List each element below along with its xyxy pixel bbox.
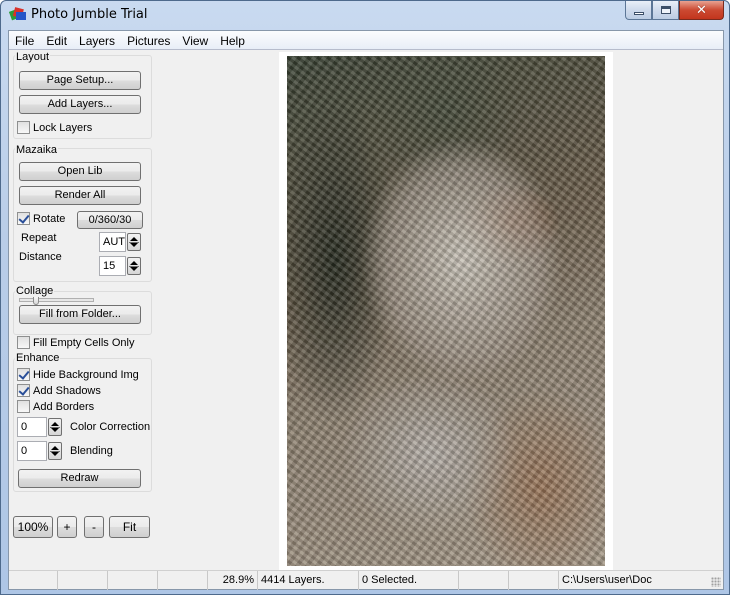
- enhance-group-label: Enhance: [15, 352, 61, 364]
- layout-group-label: Layout: [15, 51, 51, 63]
- status-cell: [509, 571, 559, 590]
- spin-down-icon: [130, 243, 138, 247]
- menu-file[interactable]: File: [9, 31, 40, 49]
- distance-input[interactable]: 15: [99, 256, 126, 276]
- repeat-label: Repeat: [21, 232, 57, 244]
- photo-jumble-app-icon: [9, 7, 26, 21]
- blending-label: Blending: [70, 445, 113, 457]
- menu-pictures[interactable]: Pictures: [121, 31, 176, 49]
- blending-input[interactable]: 0: [17, 441, 47, 461]
- close-icon: ✕: [696, 2, 707, 18]
- rotate-label: Rotate: [33, 212, 66, 225]
- menu-bar: File Edit Layers Pictures View Help: [9, 31, 723, 50]
- page-canvas[interactable]: [279, 52, 613, 570]
- add-shadows-check-box[interactable]: [17, 384, 30, 397]
- status-cell: [9, 571, 58, 590]
- close-button[interactable]: ✕: [679, 1, 724, 20]
- status-bar: 28.9% 4414 Layers. 0 Selected. C:\Users\…: [9, 570, 723, 590]
- minimize-icon: [633, 11, 644, 15]
- open-lib-button[interactable]: Open Lib: [19, 162, 141, 181]
- caption-buttons: ✕: [625, 1, 724, 21]
- zoom-100-button[interactable]: 100%: [13, 516, 53, 538]
- canvas-area[interactable]: [159, 50, 723, 570]
- menu-layers[interactable]: Layers: [73, 31, 121, 49]
- collage-group-label: Collage: [15, 285, 55, 297]
- fit-button[interactable]: Fit: [109, 516, 150, 538]
- menu-view[interactable]: View: [176, 31, 214, 49]
- spin-up-icon: [51, 422, 59, 426]
- rotate-checkbox[interactable]: Rotate: [17, 212, 65, 225]
- fill-empty-cells-check-box[interactable]: [17, 336, 30, 349]
- spin-down-icon: [51, 428, 59, 432]
- zoom-in-button[interactable]: +: [57, 516, 77, 538]
- status-cell: [459, 571, 509, 590]
- add-layers-button[interactable]: Add Layers...: [19, 95, 141, 114]
- lock-layers-check-box[interactable]: [17, 121, 30, 134]
- minimize-button[interactable]: [625, 1, 652, 20]
- blending-spinner[interactable]: [48, 442, 62, 460]
- spin-down-icon: [51, 452, 59, 456]
- title-bar[interactable]: Photo Jumble Trial ✕: [1, 1, 729, 29]
- status-cell: [158, 571, 208, 590]
- spin-up-icon: [130, 261, 138, 265]
- redraw-button[interactable]: Redraw: [18, 469, 141, 488]
- app-window: Photo Jumble Trial ✕ File Edit Layers Pi…: [0, 0, 730, 595]
- page-setup-button[interactable]: Page Setup...: [19, 71, 141, 90]
- maximize-button[interactable]: [652, 1, 679, 20]
- rotate-settings-button[interactable]: 0/360/30: [77, 211, 143, 229]
- hide-background-check-box[interactable]: [17, 368, 30, 381]
- rotate-check-box[interactable]: [17, 212, 30, 225]
- client-area: File Edit Layers Pictures View Help Layo…: [8, 30, 724, 590]
- color-correction-label: Color Correction: [70, 421, 151, 433]
- add-borders-label: Add Borders: [33, 400, 95, 413]
- distance-spinner[interactable]: [127, 257, 141, 275]
- fill-from-folder-button[interactable]: Fill from Folder...: [19, 305, 141, 324]
- add-shadows-label: Add Shadows: [33, 384, 101, 397]
- menu-edit[interactable]: Edit: [40, 31, 73, 49]
- spin-up-icon: [51, 446, 59, 450]
- add-borders-checkbox[interactable]: Add Borders: [17, 400, 94, 413]
- color-correction-spinner[interactable]: [48, 418, 62, 436]
- hide-background-checkbox[interactable]: Hide Background Img: [17, 368, 139, 381]
- maximize-icon: [660, 6, 671, 14]
- lock-layers-label: Lock Layers: [33, 121, 93, 134]
- zoom-level-status: 28.9%: [208, 571, 258, 590]
- zoom-out-button[interactable]: -: [84, 516, 104, 538]
- photo-mosaic-image[interactable]: [287, 56, 605, 566]
- color-correction-input[interactable]: 0: [17, 417, 47, 437]
- mazaika-group-label: Mazaika: [15, 144, 58, 156]
- file-path-status: C:\Users\user\Doc: [562, 574, 652, 586]
- spin-up-icon: [130, 237, 138, 241]
- add-borders-check-box[interactable]: [17, 400, 30, 413]
- fill-empty-cells-checkbox[interactable]: Fill Empty Cells Only: [17, 336, 134, 349]
- render-all-button[interactable]: Render All: [19, 186, 141, 205]
- distance-label: Distance: [19, 251, 62, 263]
- window-title: Photo Jumble Trial: [31, 7, 148, 22]
- repeat-input[interactable]: AUTO: [99, 232, 126, 252]
- left-panel: Layout Page Setup... Add Layers... Lock …: [9, 50, 159, 570]
- spin-down-icon: [130, 267, 138, 271]
- resize-grip-icon[interactable]: [711, 577, 721, 587]
- menu-help[interactable]: Help: [214, 31, 251, 49]
- hide-background-label: Hide Background Img: [33, 368, 139, 381]
- add-shadows-checkbox[interactable]: Add Shadows: [17, 384, 101, 397]
- status-cell: [108, 571, 158, 590]
- repeat-spinner[interactable]: [127, 233, 141, 251]
- layer-count-status: 4414 Layers.: [258, 571, 359, 590]
- fill-empty-cells-label: Fill Empty Cells Only: [33, 336, 135, 349]
- selection-count-status: 0 Selected.: [359, 571, 459, 590]
- lock-layers-checkbox[interactable]: Lock Layers: [17, 121, 92, 134]
- status-cell: [58, 571, 108, 590]
